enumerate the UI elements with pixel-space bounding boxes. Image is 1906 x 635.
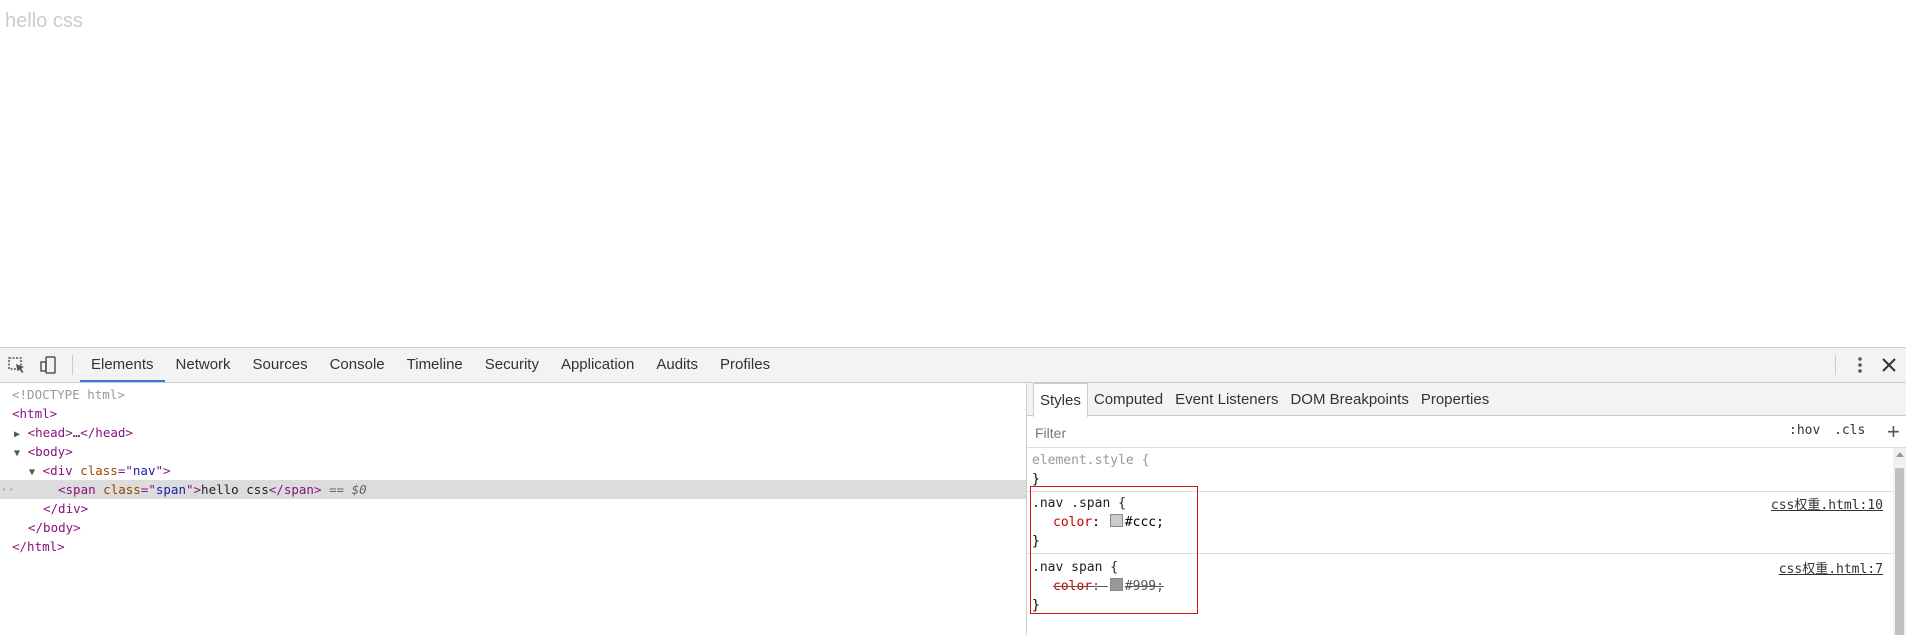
tab-computed[interactable]: Computed (1088, 383, 1169, 416)
tab-network[interactable]: Network (165, 348, 242, 382)
toolbar-separator (72, 355, 73, 375)
dom-body[interactable]: ▼ <body> (14, 442, 73, 461)
tab-properties[interactable]: Properties (1415, 383, 1495, 416)
dom-tree: <!DOCTYPE html> <html> ▶ <head>…</head> … (0, 383, 1026, 635)
styles-scrollbar[interactable] (1893, 448, 1906, 635)
element-style-selector[interactable]: element.style { (1032, 451, 1149, 470)
rule-source-link[interactable]: css权重.html:7 (1779, 558, 1883, 577)
dom-html-close[interactable]: </html> (12, 537, 65, 556)
add-rule-icon[interactable]: + (1887, 419, 1900, 445)
dom-html[interactable]: <html> (12, 404, 57, 423)
styles-tabs: Styles Computed Event Listeners DOM Brea… (1027, 383, 1906, 417)
scroll-up-arrow-icon[interactable] (1896, 452, 1904, 457)
class-toggle[interactable]: .cls (1834, 423, 1865, 438)
tab-security[interactable]: Security (474, 348, 550, 382)
toolbar-separator (1835, 355, 1836, 375)
more-options-icon[interactable] (1849, 354, 1871, 376)
collapse-triangle-icon[interactable]: ▼ (14, 448, 20, 459)
expand-triangle-icon[interactable]: ▶ (14, 429, 20, 440)
collapse-triangle-icon[interactable]: ▼ (29, 467, 35, 478)
devtools-tabs: Elements Network Sources Console Timelin… (80, 348, 781, 382)
styles-sidebar: Styles Computed Event Listeners DOM Brea… (1027, 383, 1906, 635)
dom-span-selected[interactable]: ·· <span class="span">hello css</span> =… (0, 480, 1026, 499)
rule-source-link[interactable]: css权重.html:10 (1771, 494, 1883, 513)
tab-application[interactable]: Application (550, 348, 645, 382)
close-devtools-icon[interactable] (1878, 354, 1900, 376)
dom-body-close[interactable]: </body> (28, 518, 81, 537)
styles-filter-input[interactable] (1033, 422, 1637, 444)
style-rules: element.style { } .nav .span { css权重.htm… (1027, 448, 1893, 635)
devtools-toolbar: Elements Network Sources Console Timelin… (0, 348, 1906, 383)
tab-sources[interactable]: Sources (242, 348, 319, 382)
tab-styles[interactable]: Styles (1033, 383, 1088, 417)
tab-console[interactable]: Console (319, 348, 396, 382)
dom-div-nav[interactable]: ▼ <div class="nav"> (29, 461, 171, 480)
tab-dom-breakpoints[interactable]: DOM Breakpoints (1284, 383, 1414, 416)
red-highlight-box (1030, 486, 1198, 614)
hello-css-text: hello css (5, 10, 83, 32)
tab-audits[interactable]: Audits (645, 348, 709, 382)
dom-div-close[interactable]: </div> (43, 499, 88, 518)
tab-timeline[interactable]: Timeline (396, 348, 474, 382)
page-viewport: hello css (0, 0, 1906, 347)
tab-event-listeners[interactable]: Event Listeners (1169, 383, 1284, 416)
hover-state-toggle[interactable]: :hov (1789, 423, 1820, 438)
dom-doctype[interactable]: <!DOCTYPE html> (12, 385, 125, 404)
dom-head[interactable]: ▶ <head>…</head> (14, 423, 133, 442)
scroll-thumb[interactable] (1895, 468, 1904, 635)
tab-elements[interactable]: Elements (80, 348, 165, 382)
device-toolbar-icon[interactable] (38, 354, 60, 376)
filter-bar: :hov .cls + (1027, 417, 1906, 448)
tab-profiles[interactable]: Profiles (709, 348, 781, 382)
inspect-element-icon[interactable] (6, 354, 28, 376)
devtools-panel: Elements Network Sources Console Timelin… (0, 347, 1906, 635)
